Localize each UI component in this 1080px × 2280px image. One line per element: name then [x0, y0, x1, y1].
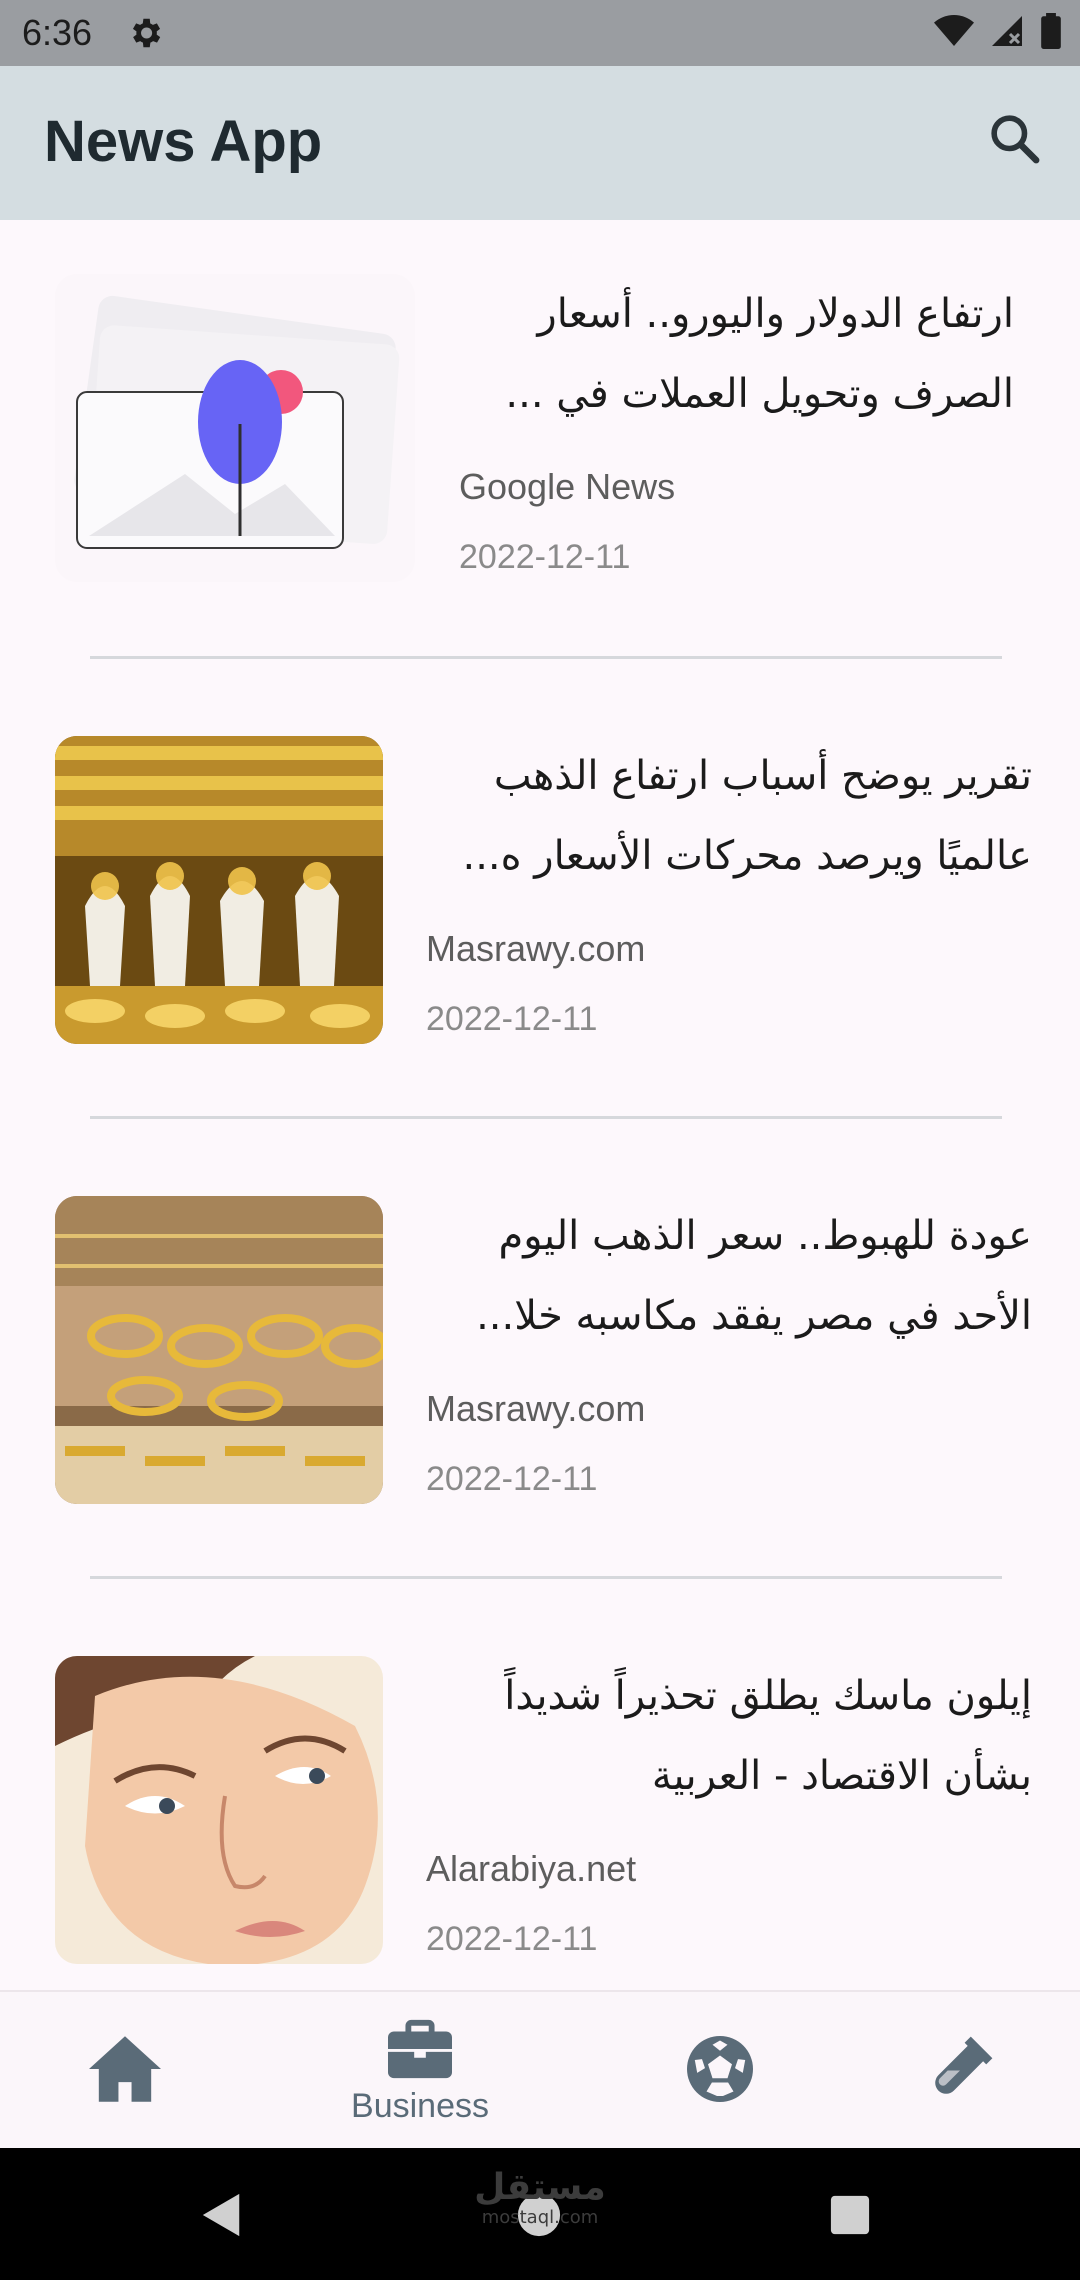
news-headline: عودة للهبوط.. سعر الذهب اليوم الأحد في م…: [476, 1213, 1032, 1339]
system-navigation-bar: مستقل mostaql.com: [0, 2148, 1080, 2280]
news-thumbnail-gold-bracelets: [55, 1196, 383, 1504]
status-bar: 6:36: [0, 0, 1080, 66]
app-bar: News App: [0, 66, 1080, 220]
bottom-navigation: Business: [0, 1990, 1080, 2148]
news-thumbnail-gold-jewelry: [55, 736, 383, 1044]
news-item[interactable]: إيلون ماسك يطلق تحذيراً شديداً بشأن الاق…: [0, 1656, 1080, 1990]
settings-gear-icon: [126, 14, 164, 52]
back-button-icon[interactable]: [200, 2192, 244, 2242]
divider: [90, 1116, 1002, 1119]
news-source: Google News: [459, 466, 676, 507]
status-time: 6:36: [22, 12, 93, 53]
news-item[interactable]: ارتفاع الدولار واليورو.. أسعار الصرف وتح…: [0, 274, 1080, 674]
placeholder-image-icon: [74, 295, 400, 549]
nav-item-home[interactable]: [60, 1992, 190, 2150]
news-date: 2022-12-11: [459, 538, 631, 576]
divider: [90, 1576, 1002, 1579]
status-icons: [934, 13, 1062, 53]
search-button[interactable]: [978, 104, 1050, 176]
app-title: News App: [44, 109, 323, 174]
cellular-signal-icon: [988, 13, 1026, 53]
recents-button-icon[interactable]: [828, 2194, 872, 2240]
news-item[interactable]: تقرير يوضح أسباب ارتفاع الذهب عالميًا وي…: [0, 736, 1080, 1136]
briefcase-icon: [384, 2017, 456, 2085]
news-thumbnail-portrait: [55, 1656, 383, 1964]
news-headline: ارتفاع الدولار واليورو.. أسعار الصرف وتح…: [505, 291, 1014, 417]
news-date: 2022-12-11: [426, 1460, 598, 1498]
watermark-subtext: mostaql.com: [481, 2207, 599, 2228]
news-thumbnail-placeholder: [55, 274, 415, 582]
news-source: Alarabiya.net: [426, 1848, 637, 1889]
nav-item-science[interactable]: [895, 1992, 1025, 2150]
news-list: ارتفاع الدولار واليورو.. أسعار الصرف وتح…: [0, 220, 1080, 1990]
watermark: مستقل mostaql.com: [470, 2168, 610, 2228]
news-date: 2022-12-11: [426, 1000, 598, 1038]
battery-icon: [1040, 13, 1062, 53]
news-source: Masrawy.com: [426, 1388, 646, 1429]
test-tube-icon: [923, 2032, 997, 2110]
screen: 6:36 News App ارتفاع الدولار واليورو.. أ…: [0, 0, 1080, 2280]
home-icon: [85, 2033, 165, 2109]
nav-label-business: Business: [351, 2086, 489, 2125]
wifi-icon: [934, 14, 974, 52]
news-date: 2022-12-11: [426, 1920, 598, 1958]
nav-item-business[interactable]: Business: [330, 1992, 510, 2150]
news-headline: إيلون ماسك يطلق تحذيراً شديداً بشأن الاق…: [504, 1673, 1032, 1799]
search-icon: [986, 110, 1042, 170]
news-headline: تقرير يوضح أسباب ارتفاع الذهب عالميًا وي…: [462, 753, 1032, 879]
soccer-ball-icon: [684, 2033, 756, 2109]
watermark-logo-text: مستقل: [474, 2167, 606, 2208]
divider: [90, 656, 1002, 659]
news-source: Masrawy.com: [426, 928, 646, 969]
news-item[interactable]: عودة للهبوط.. سعر الذهب اليوم الأحد في م…: [0, 1196, 1080, 1596]
nav-item-sports[interactable]: [655, 1992, 785, 2150]
